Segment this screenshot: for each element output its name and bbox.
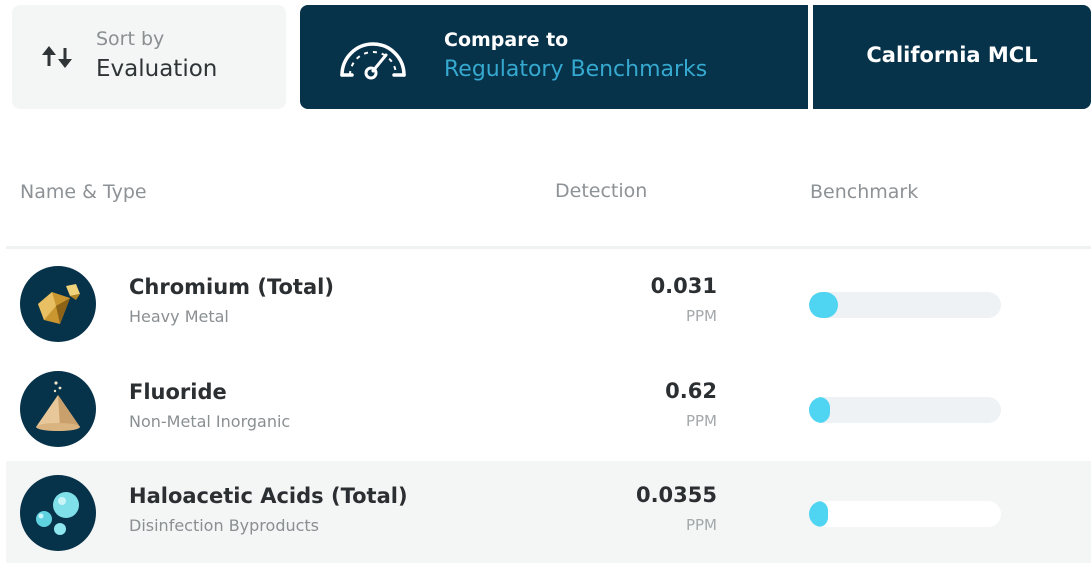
chromium-crystal-icon xyxy=(20,266,96,342)
contaminant-name: Chromium (Total) xyxy=(129,275,334,299)
benchmark-bar-fill xyxy=(809,501,829,527)
haloacetic-bubbles-icon xyxy=(20,475,96,551)
benchmark-selector-label: California MCL xyxy=(866,43,1038,67)
contaminant-row-chromium[interactable]: Chromium (Total) Heavy Metal 0.031 PPM xyxy=(6,252,1091,354)
detection-value: 0.031 xyxy=(650,274,717,298)
sort-arrows-icon xyxy=(42,46,72,68)
benchmark-bar xyxy=(809,501,1001,527)
contaminant-row-haloacetic-acids[interactable]: Haloacetic Acids (Total) Disinfection By… xyxy=(6,461,1091,563)
sort-by-button[interactable]: Sort by Evaluation xyxy=(12,5,286,109)
fluoride-powder-icon xyxy=(20,371,96,447)
compare-to-label: Compare to xyxy=(444,29,569,51)
gauge-icon xyxy=(340,42,406,80)
sort-by-value: Evaluation xyxy=(96,56,218,82)
compare-to-value: Regulatory Benchmarks xyxy=(444,57,708,82)
column-header-benchmark: Benchmark xyxy=(810,181,919,203)
contaminant-row-fluoride[interactable]: Fluoride Non-Metal Inorganic 0.62 PPM xyxy=(6,357,1091,459)
detection-value: 0.62 xyxy=(665,379,717,403)
sort-by-label: Sort by xyxy=(96,28,165,50)
benchmark-bar xyxy=(809,292,1001,318)
contaminant-type: Heavy Metal xyxy=(129,307,229,326)
compare-to-button[interactable]: Compare to Regulatory Benchmarks xyxy=(300,5,808,109)
contaminant-type: Non-Metal Inorganic xyxy=(129,412,291,431)
detection-unit: PPM xyxy=(685,307,717,325)
detection-value: 0.0355 xyxy=(635,483,717,507)
benchmark-bar-fill xyxy=(809,292,838,318)
column-header-name-type: Name & Type xyxy=(20,181,147,203)
contaminant-name: Haloacetic Acids (Total) xyxy=(129,484,408,508)
column-header-detection: Detection xyxy=(555,180,648,202)
benchmark-bar xyxy=(809,397,1001,423)
contaminant-page: Sort by Evaluation Compare to Regulatory… xyxy=(0,0,1091,563)
detection-unit: PPM xyxy=(685,412,717,430)
contaminant-name: Fluoride xyxy=(129,380,227,404)
benchmark-bar-fill xyxy=(809,397,831,423)
detection-unit: PPM xyxy=(685,516,717,534)
header-divider xyxy=(6,246,1091,249)
benchmark-selector-button[interactable]: California MCL xyxy=(813,5,1091,109)
contaminant-type: Disinfection Byproducts xyxy=(129,516,320,535)
